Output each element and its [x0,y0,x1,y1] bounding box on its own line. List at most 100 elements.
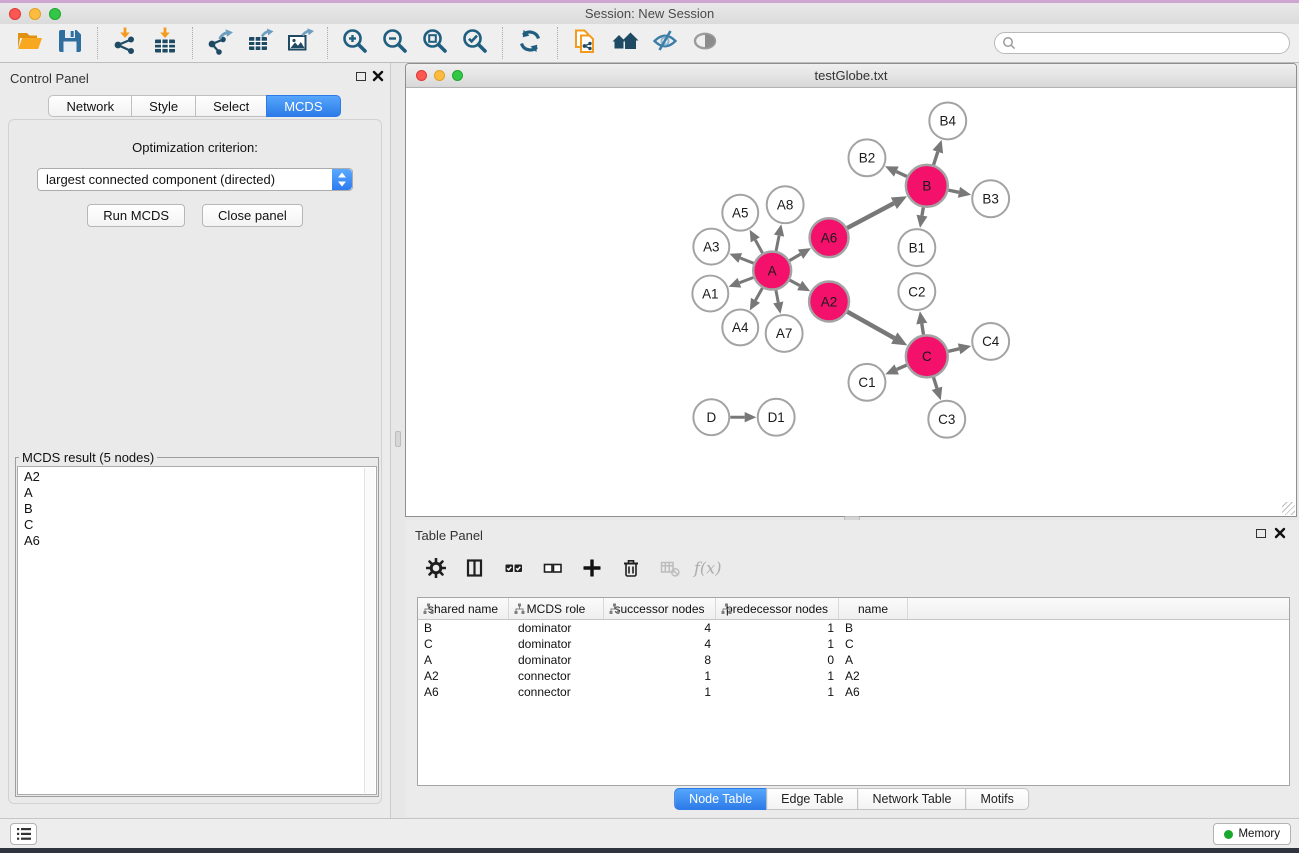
graph-edge-B-B1[interactable] [917,207,928,227]
minimize-window-button[interactable] [29,8,41,20]
graph-node-C4[interactable]: C4 [972,323,1009,360]
result-item[interactable]: A [18,485,376,501]
cell-successors[interactable]: 1 [604,668,716,684]
graph-edge-D-D1[interactable] [730,412,756,422]
graph-node-B1[interactable]: B1 [898,229,935,266]
scrollbar-track[interactable] [364,468,375,793]
cell-predecessors[interactable]: 0 [716,652,839,668]
graph-edge-A-A8[interactable] [774,224,784,251]
graph-node-A6[interactable]: A6 [810,218,849,257]
toolbar-button-export-image[interactable] [280,26,320,60]
close-panel-icon[interactable] [372,70,384,82]
table-toolbar-button-add-row[interactable] [575,555,609,585]
toolbar-button-refresh[interactable] [510,26,550,60]
minimize-network-button[interactable] [434,70,445,81]
cell-mcds-role[interactable]: connector [509,684,604,700]
table-row[interactable]: Bdominator41B [418,620,1289,636]
zoom-window-button[interactable] [49,8,61,20]
graph-edge-C-C2[interactable] [916,311,927,334]
graph-edge-A-A4[interactable] [750,288,763,311]
cell-mcds-role[interactable]: connector [509,668,604,684]
cell-successors[interactable]: 1 [604,684,716,700]
toolbar-button-duplicate-network[interactable] [565,26,605,60]
float-panel-icon[interactable] [356,72,366,81]
cell-mcds-role[interactable]: dominator [509,652,604,668]
graph-edge-A-A6[interactable] [789,248,810,260]
graph-edge-A-A1[interactable] [729,278,754,288]
graph-node-D[interactable]: D [693,399,729,435]
table-toolbar-button-delete-row[interactable] [614,555,648,585]
cell-successors[interactable]: 4 [604,620,716,636]
tab-motifs[interactable]: Motifs [965,788,1028,810]
graph-edge-A-A7[interactable] [773,290,783,314]
graph-node-C[interactable]: C [906,335,948,377]
toolbar-button-zoom-selected[interactable] [455,26,495,60]
column-header-name[interactable]: name [839,598,908,619]
close-network-button[interactable] [416,70,427,81]
toolbar-button-export-network[interactable] [200,26,240,60]
graph-edge-A6-B[interactable] [847,196,907,228]
graph-node-C2[interactable]: C2 [898,273,935,310]
toolbar-button-zoom-out[interactable] [375,26,415,60]
table-toolbar-button-deselect-all[interactable] [536,555,570,585]
network-canvas[interactable]: B4B2BB3A5A8A6B1A3AC2A1A2A4A7C4CC1DD1C3 [406,89,1296,516]
toolbar-button-save-session[interactable] [50,26,90,60]
toolbar-button-open-file[interactable] [10,26,50,60]
graph-edge-A-A3[interactable] [729,253,753,263]
result-item[interactable]: B [18,501,376,517]
graph-edge-A-A2[interactable] [790,280,810,291]
graph-node-B2[interactable]: B2 [849,139,886,176]
vertical-splitter-grip[interactable] [395,431,401,447]
task-history-button[interactable] [10,823,37,845]
cell-successors[interactable]: 8 [604,652,716,668]
criterion-dropdown[interactable]: largest connected component (directed) [37,168,353,191]
toolbar-button-zoom-in[interactable] [335,26,375,60]
graph-edge-C-C4[interactable] [948,343,971,354]
resize-grip-icon[interactable] [1282,502,1295,515]
close-panel-button[interactable]: Close panel [202,204,303,227]
table-toolbar-button-select-all[interactable] [497,555,531,585]
graph-node-A5[interactable]: A5 [722,195,758,231]
graph-edge-B-B3[interactable] [948,187,971,198]
cell-shared-name[interactable]: C [418,636,509,652]
cell-predecessors[interactable]: 1 [716,620,839,636]
graph-node-C1[interactable]: C1 [849,364,886,401]
toolbar-button-import-table[interactable] [145,26,185,60]
graph-edge-A2-C[interactable] [847,312,907,346]
table-row[interactable]: Adominator80A [418,652,1289,668]
tab-edge-table[interactable]: Edge Table [766,788,858,810]
toolbar-button-home[interactable] [605,26,645,60]
cell-mcds-role[interactable]: dominator [509,636,604,652]
table-row[interactable]: A2connector11A2 [418,668,1289,684]
graph-edge-C-C3[interactable] [932,377,943,400]
toolbar-button-export-table[interactable] [240,26,280,60]
graph-edge-C-C1[interactable] [885,364,906,374]
cell-name[interactable]: A2 [839,668,908,684]
cell-name[interactable]: B [839,620,908,636]
graph-node-C3[interactable]: C3 [928,401,965,438]
memory-button[interactable]: Memory [1213,823,1291,845]
graph-node-A7[interactable]: A7 [766,315,803,352]
network-window-titlebar[interactable]: testGlobe.txt [406,64,1296,88]
graph-node-B3[interactable]: B3 [972,180,1009,217]
toolbar-button-zoom-fit[interactable] [415,26,455,60]
column-header-predecessor-nodes[interactable]: predecessor nodes [716,598,839,619]
graph-node-D1[interactable]: D1 [758,399,795,436]
close-window-button[interactable] [9,8,21,20]
graph-node-A1[interactable]: A1 [692,276,728,312]
column-header-successor-nodes[interactable]: successor nodes [604,598,716,619]
tab-network[interactable]: Network [48,95,132,117]
graph-node-A2[interactable]: A2 [809,282,849,322]
graph-edge-B-B2[interactable] [885,166,907,176]
graph-node-A4[interactable]: A4 [722,309,758,345]
zoom-network-button[interactable] [452,70,463,81]
column-header-mcds-role[interactable]: MCDS role [509,598,604,619]
tab-node-table[interactable]: Node Table [674,788,767,810]
search-input[interactable] [1017,34,1289,52]
toolbar-button-show-panel[interactable] [685,26,725,60]
tab-mcds[interactable]: MCDS [266,95,340,117]
search-field[interactable] [994,32,1290,54]
close-table-panel-icon[interactable] [1274,527,1286,539]
tab-select[interactable]: Select [195,95,267,117]
result-item[interactable]: C [18,517,376,533]
